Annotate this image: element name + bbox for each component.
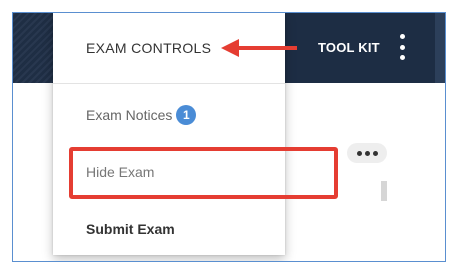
submit-exam-label: Submit Exam xyxy=(86,221,175,237)
more-dot xyxy=(364,150,370,156)
more-horizontal-icon[interactable] xyxy=(347,143,387,163)
menu-item-exam-notices[interactable]: Exam Notices 1 xyxy=(86,105,197,125)
scrollbar-thumb[interactable] xyxy=(381,181,387,201)
more-dot xyxy=(356,150,362,156)
exam-controls-title: EXAM CONTROLS xyxy=(86,40,212,56)
tool-kit-button[interactable]: TOOL KIT xyxy=(318,40,380,55)
header-pattern xyxy=(13,13,53,83)
kebab-dot xyxy=(399,55,405,60)
menu-item-submit-exam[interactable]: Submit Exam xyxy=(86,221,175,237)
notification-badge: 1 xyxy=(176,105,197,125)
screenshot-frame: TOOL KIT EXAM CONTROLS Exam Notices 1 Hi… xyxy=(12,12,446,262)
more-dot xyxy=(372,150,378,156)
kebab-vertical-icon[interactable] xyxy=(397,34,407,60)
exam-notices-label: Exam Notices xyxy=(86,107,173,123)
annotation-arrow-icon xyxy=(221,39,297,57)
annotation-highlight-box xyxy=(69,147,338,199)
header-right-strip xyxy=(435,13,445,83)
kebab-dot xyxy=(399,34,405,39)
kebab-dot xyxy=(399,44,405,50)
